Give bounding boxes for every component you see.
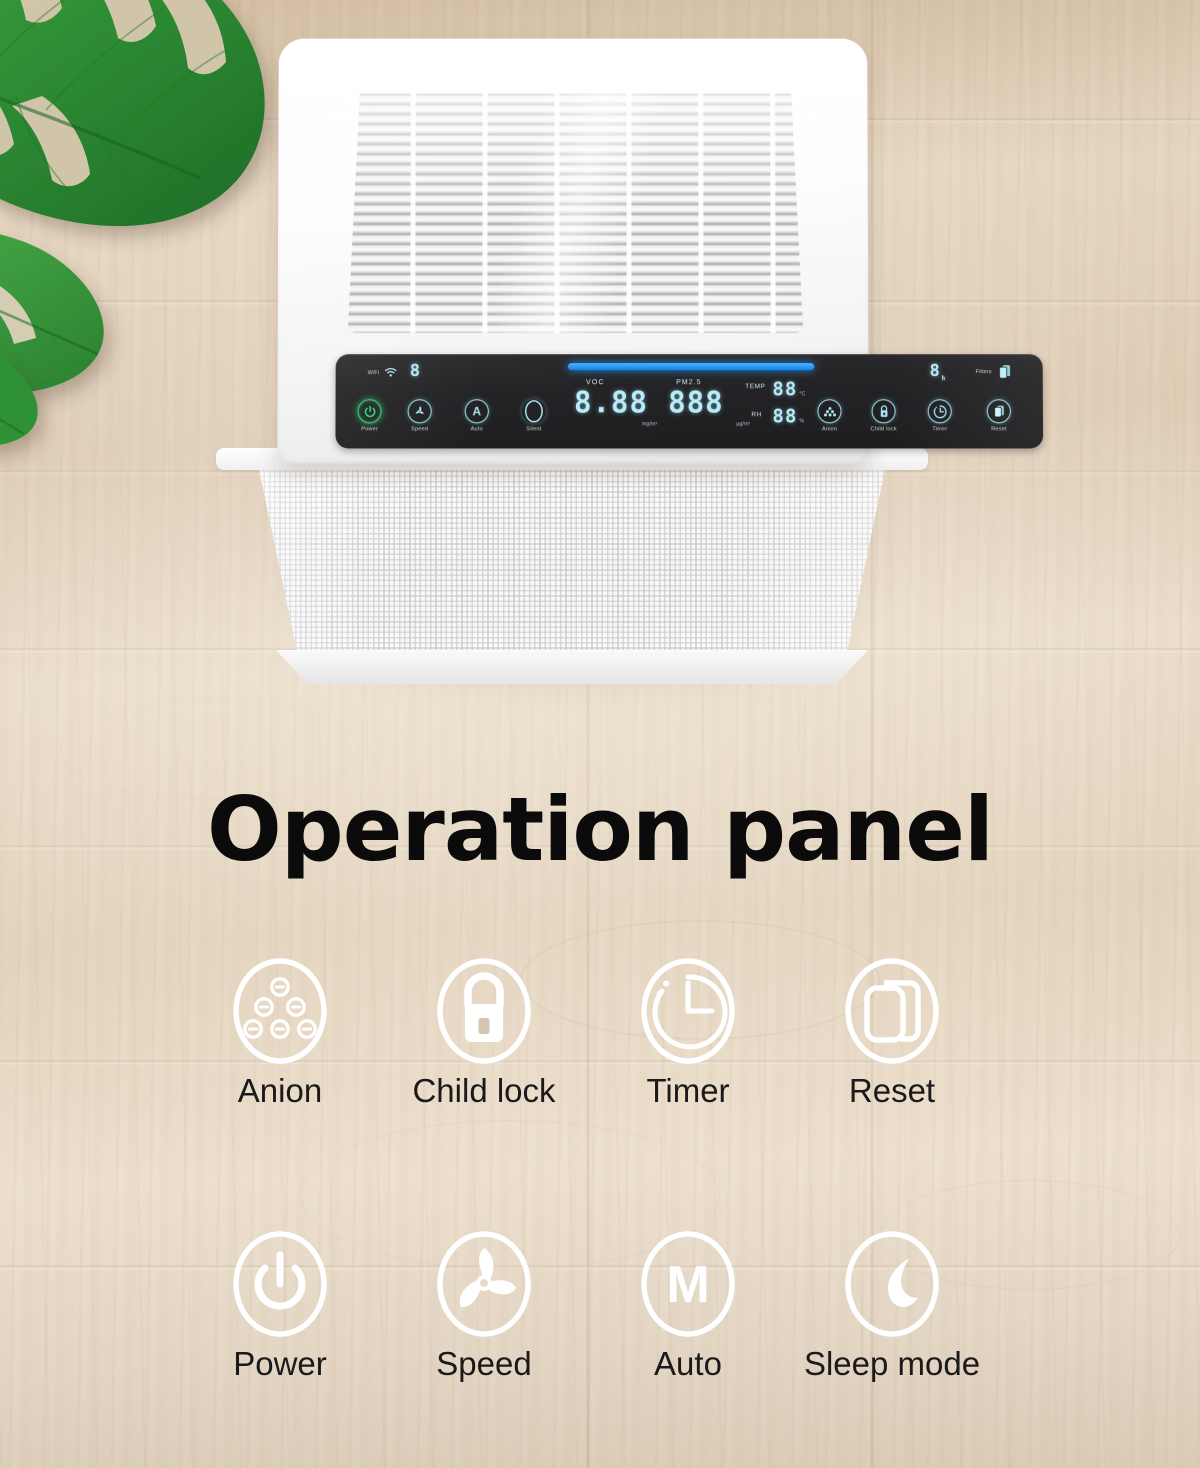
anion-icon [178, 952, 382, 1070]
panel-anion-button[interactable] [817, 399, 842, 424]
air-quality-bar [567, 363, 815, 371]
control-panel[interactable]: WiFi 8 8 h Filters VOC 8.88 mg/m³ PM2.5 … [335, 354, 1044, 449]
timer-hours-unit: h [941, 375, 947, 383]
feature-row-1: Anion Child lock Timer Reset [178, 952, 1028, 1110]
air-purifier-product-image: WiFi 8 8 h Filters VOC 8.88 mg/m³ PM2.5 … [170, 28, 1044, 688]
panel-auto-label: Auto [470, 426, 483, 433]
feature-power[interactable]: Power [178, 1225, 382, 1383]
grille-highlight [348, 93, 803, 333]
timer-icon [586, 952, 790, 1070]
pm25-value: 888 [668, 385, 724, 420]
filter-reset-icon [992, 405, 1004, 418]
feature-label: Timer [646, 1072, 730, 1109]
pm25-unit: µg/m³ [736, 421, 751, 428]
anion-icon [823, 406, 836, 416]
auto-a-icon: A [472, 404, 482, 419]
feature-label: Reset [848, 1072, 936, 1109]
purifier-body-mesh [257, 460, 887, 678]
rh-label: RH [751, 411, 762, 419]
panel-timer-button[interactable] [927, 399, 952, 424]
purifier-top-cap: WiFi 8 8 h Filters VOC 8.88 mg/m³ PM2.5 … [277, 38, 1044, 464]
panel-timer-label: Timer [932, 426, 948, 433]
panel-silent-label: Silent [526, 426, 542, 433]
timer-hours-digit: 8 [929, 361, 941, 382]
page-stage: WiFi 8 8 h Filters VOC 8.88 mg/m³ PM2.5 … [0, 0, 1200, 1468]
power-icon [178, 1225, 382, 1343]
wifi-label: WiFi [367, 370, 380, 377]
power-icon [363, 404, 375, 416]
feature-label: Child lock [412, 1072, 556, 1109]
page-title: Operation panel [206, 778, 994, 881]
panel-power-label: Power [361, 426, 379, 433]
panel-speed-label: Speed [411, 426, 429, 433]
rh-value: 88 [772, 405, 798, 428]
feature-label: Auto [654, 1345, 722, 1382]
feature-auto[interactable]: M Auto [586, 1225, 790, 1383]
feature-icon-grid: Anion Child lock Timer Reset Power Speed… [178, 952, 1028, 1383]
feature-reset[interactable]: Reset [790, 952, 994, 1110]
panel-reset-label: Reset [991, 426, 1007, 433]
panel-childlock-button[interactable] [871, 399, 896, 424]
feature-speed[interactable]: Speed [382, 1225, 586, 1383]
filter-reset-icon [790, 952, 994, 1070]
temp-label: TEMP [745, 383, 766, 391]
panel-childlock-label: Child lock [870, 426, 897, 433]
panel-anion-label: Anion [821, 426, 838, 433]
filter-indicator-icon [999, 364, 1012, 379]
feature-anion[interactable]: Anion [178, 952, 382, 1110]
timer-icon [932, 404, 947, 419]
feature-label: Sleep mode [803, 1345, 981, 1382]
feature-timer[interactable]: Timer [586, 952, 790, 1110]
feature-child-lock[interactable]: Child lock [382, 952, 586, 1110]
purifier-air-outlet-grille [348, 93, 803, 333]
panel-silent-button[interactable] [522, 399, 546, 423]
panel-power-button[interactable] [357, 399, 382, 424]
rh-unit: % [799, 418, 805, 425]
temp-unit: °C [799, 391, 806, 398]
lock-icon [878, 404, 889, 417]
feature-sleep-mode[interactable]: Sleep mode [790, 1225, 994, 1383]
auto-m-icon: M [586, 1225, 790, 1343]
feature-label: Anion [237, 1072, 323, 1109]
speed-level-digit: 8 [409, 361, 422, 382]
voc-value: 8.88 [574, 385, 649, 420]
feature-label: Speed [436, 1345, 532, 1382]
moon-icon [523, 399, 545, 423]
feature-label: Power [233, 1345, 327, 1382]
voc-unit: mg/m³ [642, 421, 658, 428]
panel-auto-button[interactable]: A [464, 399, 489, 424]
fan-icon [382, 1225, 586, 1343]
panel-speed-button[interactable] [407, 399, 432, 424]
fan-icon [414, 405, 423, 414]
lock-icon [382, 952, 586, 1070]
svg-text:M: M [666, 1256, 709, 1314]
wifi-icon [384, 367, 397, 377]
filters-label: Filters [975, 369, 992, 376]
purifier-base [275, 650, 869, 684]
temp-value: 88 [772, 378, 798, 401]
moon-icon [790, 1225, 994, 1343]
panel-reset-button[interactable] [986, 399, 1011, 424]
feature-row-2: Power Speed M Auto Sleep mode [178, 1225, 1028, 1383]
